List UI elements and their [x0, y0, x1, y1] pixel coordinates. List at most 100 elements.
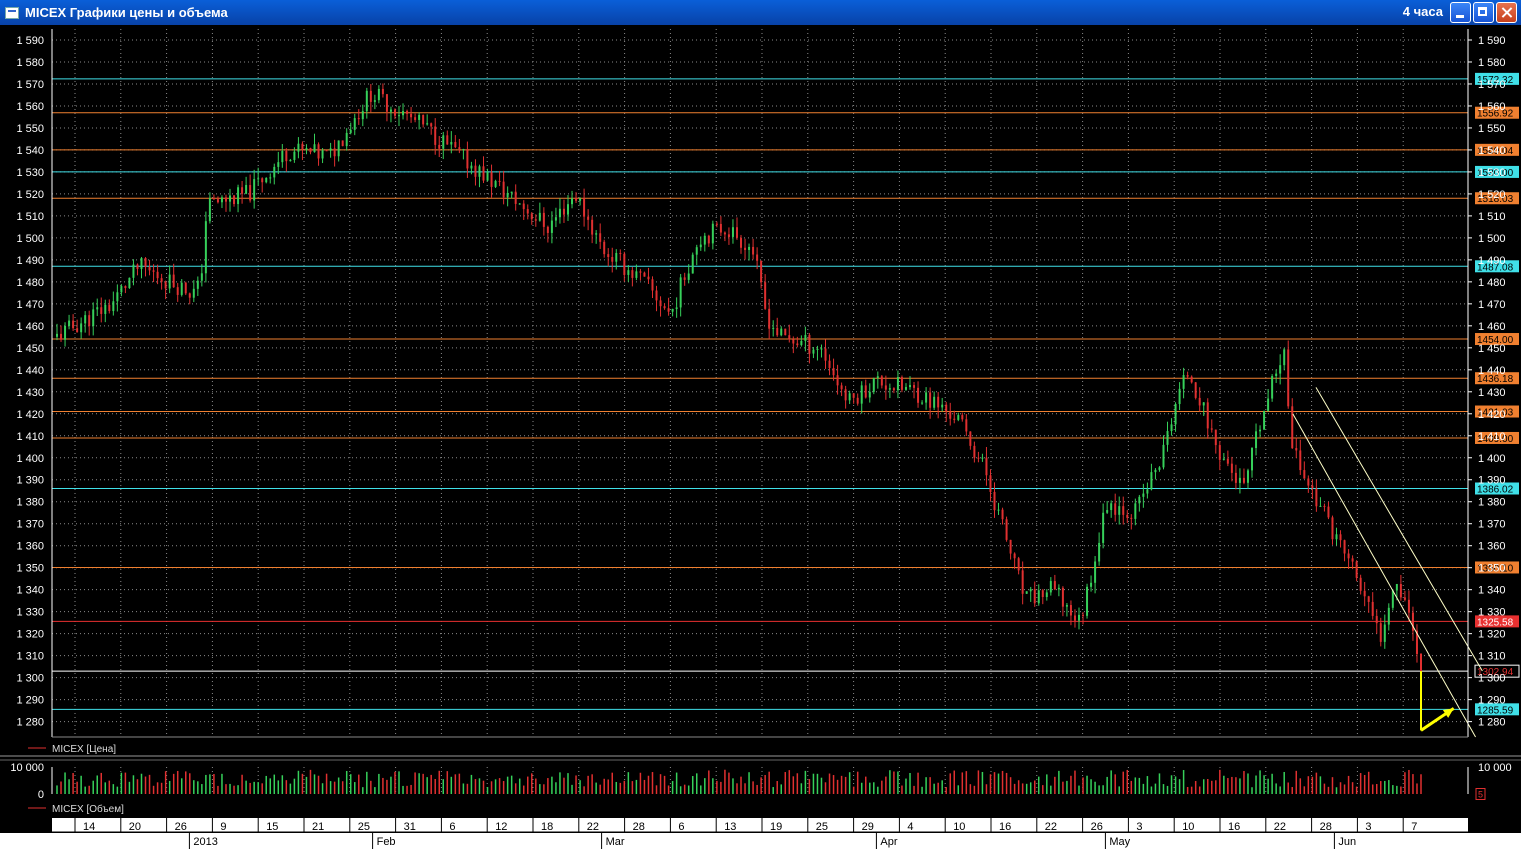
- candle-body: [731, 227, 734, 237]
- y-tick-label-left: 1 300: [16, 673, 44, 685]
- candle-body: [297, 143, 300, 152]
- date-label: 26: [175, 821, 187, 833]
- candle-body: [1234, 472, 1237, 483]
- candle-body: [868, 391, 871, 398]
- candle-body: [1166, 431, 1169, 445]
- candle-body: [1371, 601, 1374, 616]
- candle-body: [245, 185, 248, 194]
- date-label: 6: [449, 821, 455, 833]
- candle-body: [1210, 428, 1213, 430]
- candle-body: [518, 203, 521, 205]
- candle-body: [554, 217, 557, 221]
- candle-body: [977, 457, 980, 459]
- candle-body: [1295, 448, 1298, 451]
- candle-body: [208, 198, 211, 222]
- candle-body: [1186, 375, 1189, 377]
- candle-body: [824, 348, 827, 361]
- date-label: 19: [770, 821, 782, 833]
- candle-body: [233, 195, 236, 205]
- y-tick-label-left: 1 430: [16, 387, 44, 399]
- candle-body: [1130, 517, 1133, 519]
- timeframe-label[interactable]: 4 часа: [1403, 4, 1443, 19]
- candle-body: [281, 150, 284, 163]
- y-tick-label-right: 1 310: [1478, 651, 1506, 663]
- candle-body: [707, 235, 710, 244]
- candle-body: [144, 258, 147, 268]
- y-tick-label-right: 1 370: [1478, 519, 1506, 531]
- y-tick-label-left: 1 570: [16, 79, 44, 91]
- date-label: 3: [1365, 821, 1371, 833]
- candle-body: [711, 223, 714, 244]
- candle-body: [265, 177, 268, 183]
- candle-body: [381, 88, 384, 95]
- app-icon: [5, 6, 19, 19]
- candle-body: [651, 279, 654, 291]
- candle-body: [1198, 397, 1201, 406]
- close-button[interactable]: [1496, 2, 1517, 23]
- y-tick-label-right: 1 490: [1478, 255, 1506, 267]
- candle-body: [454, 141, 457, 148]
- candle-body: [623, 253, 626, 275]
- date-label: 10: [953, 821, 965, 833]
- candle-body: [1190, 376, 1193, 383]
- candle-body: [804, 334, 807, 341]
- candle-body: [410, 113, 413, 118]
- y-tick-label-left: 1 480: [16, 277, 44, 289]
- candle-body: [200, 273, 203, 281]
- candle-body: [80, 323, 83, 333]
- candle-body: [389, 109, 392, 112]
- candle-body: [558, 208, 561, 218]
- y-tick-label-right: 1 280: [1478, 717, 1506, 729]
- candle-body: [1271, 376, 1274, 399]
- y-tick-label-left: 1 490: [16, 255, 44, 267]
- y-tick-label-left: 1 510: [16, 211, 44, 223]
- candle-body: [184, 282, 187, 294]
- candle-body: [587, 216, 590, 220]
- candle-body: [1013, 553, 1016, 559]
- title-bar[interactable]: MICEX Графики цены и объема 4 часа: [0, 0, 1521, 25]
- level-label: 1325.58: [1477, 617, 1514, 628]
- candle-body: [538, 212, 541, 221]
- date-label: 26: [1091, 821, 1103, 833]
- candle-body: [896, 377, 899, 391]
- candle-body: [385, 94, 388, 112]
- candle-body: [1283, 349, 1286, 366]
- y-tick-label-left: 1 530: [16, 167, 44, 179]
- y-tick-label-left: 1 280: [16, 717, 44, 729]
- candle-body: [406, 111, 409, 114]
- minimize-button[interactable]: [1450, 2, 1471, 23]
- candle-body: [1174, 404, 1177, 425]
- y-tick-label-left: 1 290: [16, 695, 44, 707]
- candle-body: [450, 141, 453, 145]
- candle-body: [884, 385, 887, 390]
- candle-body: [888, 388, 891, 390]
- candle-body: [961, 415, 964, 420]
- date-label: 31: [404, 821, 416, 833]
- date-label: 6: [678, 821, 684, 833]
- candle-body: [353, 118, 356, 130]
- candle-body: [100, 307, 103, 314]
- candle-body: [776, 327, 779, 336]
- y-tick-label-right: 1 440: [1478, 365, 1506, 377]
- candle-body: [1065, 605, 1068, 607]
- candle-body: [860, 385, 863, 404]
- candle-body: [1259, 429, 1262, 432]
- maximize-button[interactable]: [1473, 2, 1494, 23]
- candle-body: [1001, 509, 1004, 520]
- chart-area[interactable]: 1572.321556.921540.041530.001518.031487.…: [0, 25, 1521, 849]
- candle-body: [253, 179, 256, 201]
- candle-body: [466, 149, 469, 169]
- candle-body: [820, 348, 823, 350]
- month-label: Apr: [880, 836, 897, 848]
- month-label: Mar: [606, 836, 625, 848]
- candle-body: [925, 392, 928, 403]
- candle-body: [1242, 477, 1245, 483]
- candle-body: [104, 304, 107, 314]
- candle-body: [1263, 410, 1266, 430]
- candle-body: [148, 267, 151, 271]
- candle-body: [715, 223, 718, 225]
- candle-body: [631, 270, 634, 278]
- y-tick-label-right: 1 580: [1478, 57, 1506, 69]
- candle-body: [852, 393, 855, 398]
- month-label: Feb: [377, 836, 396, 848]
